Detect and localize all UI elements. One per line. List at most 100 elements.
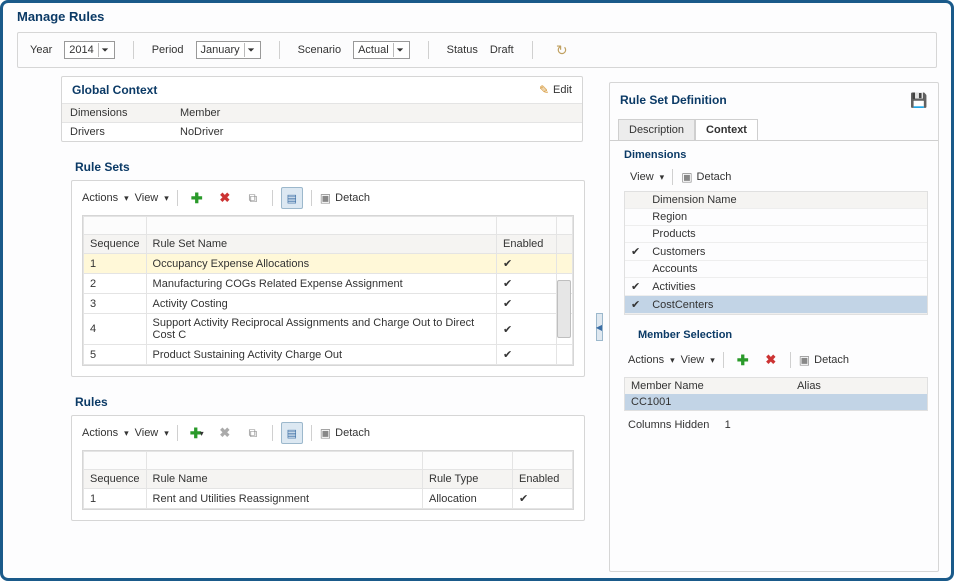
delete-button[interactable]: ✖ (760, 349, 782, 371)
cell-check: ✔ (625, 296, 646, 314)
cell-name: Manufacturing COGs Related Expense Assig… (146, 274, 496, 294)
table-row[interactable]: 4 Support Activity Reciprocal Assignment… (84, 314, 573, 345)
copy-icon: ⧉ (249, 426, 258, 441)
detach-button[interactable]: ▣ Detach (320, 426, 370, 440)
separator (272, 190, 273, 206)
cell-seq: 2 (84, 274, 147, 294)
col-member-name[interactable]: Member Name (625, 378, 791, 394)
col-name[interactable]: Rule Name (146, 470, 422, 489)
table-row[interactable]: ✔Customers (625, 243, 927, 261)
member-grid: Member Name Alias CC1001 (624, 377, 928, 411)
col-enabled[interactable]: Enabled (497, 235, 557, 254)
edit-icon: ▤ (287, 192, 297, 205)
delete-button[interactable]: ✖ (214, 187, 236, 209)
rules-grid: Sequence Rule Name Rule Type Enabled 1 R… (82, 450, 574, 510)
cell-dim: Activities (646, 278, 927, 296)
separator (723, 352, 724, 368)
edit-icon-button[interactable]: ▤ (281, 422, 303, 444)
status-label: Status (447, 44, 478, 56)
refresh-button[interactable]: ↻ (551, 39, 573, 61)
col-dim-name[interactable]: Dimension Name (646, 192, 927, 209)
view-menu[interactable]: View (681, 354, 715, 366)
copy-button[interactable]: ⧉ (242, 187, 264, 209)
scrollbar-thumb[interactable] (557, 280, 571, 338)
cell-enabled: ✔ (513, 489, 573, 509)
detach-button[interactable]: ▣ Detach (799, 353, 849, 367)
table-row[interactable]: 1 Occupancy Expense Allocations ✔ (84, 254, 573, 274)
copy-icon: ⧉ (249, 191, 258, 206)
period-select[interactable]: January (196, 41, 261, 59)
table-row[interactable]: 2 Manufacturing COGs Related Expense Ass… (84, 274, 573, 294)
table-row[interactable]: 5 Product Sustaining Activity Charge Out… (84, 345, 573, 365)
separator (272, 425, 273, 441)
chevron-down-icon (393, 43, 407, 57)
cell-check (625, 226, 646, 243)
scenario-value: Actual (358, 44, 389, 56)
table-row[interactable]: Products (625, 226, 927, 243)
col-sequence[interactable]: Sequence (84, 470, 147, 489)
cell-seq: 1 (84, 489, 147, 509)
table-row[interactable]: ✔CostCenters (625, 296, 927, 314)
scenario-select[interactable]: Actual (353, 41, 410, 59)
rsd-title: Rule Set Definition (620, 93, 727, 107)
table-row[interactable]: Region (625, 209, 927, 226)
cell-alias (791, 394, 927, 410)
view-menu[interactable]: View (135, 192, 169, 204)
cols-hidden-label: Columns Hidden (628, 419, 709, 431)
detach-icon: ▣ (799, 353, 810, 367)
save-icon: 💾 (910, 92, 927, 109)
cell-seq: 5 (84, 345, 147, 365)
table-row[interactable]: CC1001 (625, 394, 927, 410)
rule-sets-grid: Sequence Rule Set Name Enabled 1 Occupan… (82, 215, 574, 366)
add-button[interactable]: ✚ (732, 349, 754, 371)
cell-name: Occupancy Expense Allocations (146, 254, 496, 274)
view-menu[interactable]: View (630, 171, 664, 183)
detach-button[interactable]: ▣ Detach (320, 191, 370, 205)
add-button[interactable]: ✚▾ (186, 422, 208, 444)
add-button[interactable]: ✚ (186, 187, 208, 209)
detach-button[interactable]: ▣ Detach (681, 170, 731, 184)
cell-member-name: CC1001 (625, 394, 791, 410)
cell-dim: Region (646, 209, 927, 226)
actions-menu[interactable]: Actions (82, 192, 129, 204)
col-sequence[interactable]: Sequence (84, 235, 147, 254)
cell-enabled: ✔ (497, 294, 557, 314)
tab-context[interactable]: Context (695, 119, 758, 140)
rules-toolbar: Actions View ✚▾ ✖ ⧉ ▤ ▣ Detach (72, 416, 584, 450)
col-name[interactable]: Rule Set Name (146, 235, 496, 254)
global-context-table: Dimensions Member Drivers NoDriver (62, 103, 582, 141)
actions-menu[interactable]: Actions (82, 427, 129, 439)
col-alias[interactable]: Alias (791, 378, 927, 394)
table-row[interactable]: 1 Rent and Utilities Reassignment Alloca… (84, 489, 573, 509)
page-title: Manage Rules (3, 3, 951, 28)
collapse-icon: ◀ (596, 313, 603, 341)
cell-dim: Products (646, 226, 927, 243)
save-button[interactable]: 💾 (908, 89, 930, 111)
col-enabled[interactable]: Enabled (513, 470, 573, 489)
rsd-tabs: Description Context (610, 111, 938, 141)
copy-button[interactable]: ⧉ (242, 422, 264, 444)
detach-label: Detach (335, 192, 370, 204)
period-value: January (201, 44, 240, 56)
splitter[interactable]: ◀ (595, 76, 603, 578)
cell-dimension: Drivers (62, 123, 172, 142)
tab-description[interactable]: Description (618, 119, 695, 140)
delete-button[interactable]: ✖ (214, 422, 236, 444)
x-icon: ✖ (765, 352, 776, 368)
actions-menu[interactable]: Actions (628, 354, 675, 366)
col-type[interactable]: Rule Type (423, 470, 513, 489)
year-select[interactable]: 2014 (64, 41, 114, 59)
edit-icon-button[interactable]: ▤ (281, 187, 303, 209)
dimensions-toolbar: View ▣ Detach (610, 165, 938, 189)
cell-check: ✔ (625, 278, 646, 296)
detach-icon: ▣ (681, 170, 692, 184)
view-menu[interactable]: View (135, 427, 169, 439)
separator (177, 425, 178, 441)
edit-button[interactable]: ✎ Edit (539, 83, 572, 97)
period-label: Period (152, 44, 184, 56)
table-row[interactable]: Accounts (625, 261, 927, 278)
table-row: Drivers NoDriver (62, 123, 582, 142)
table-row[interactable]: ✔Activities (625, 278, 927, 296)
table-row[interactable]: 3 Activity Costing ✔ (84, 294, 573, 314)
member-selection-title: Member Selection (610, 321, 938, 345)
